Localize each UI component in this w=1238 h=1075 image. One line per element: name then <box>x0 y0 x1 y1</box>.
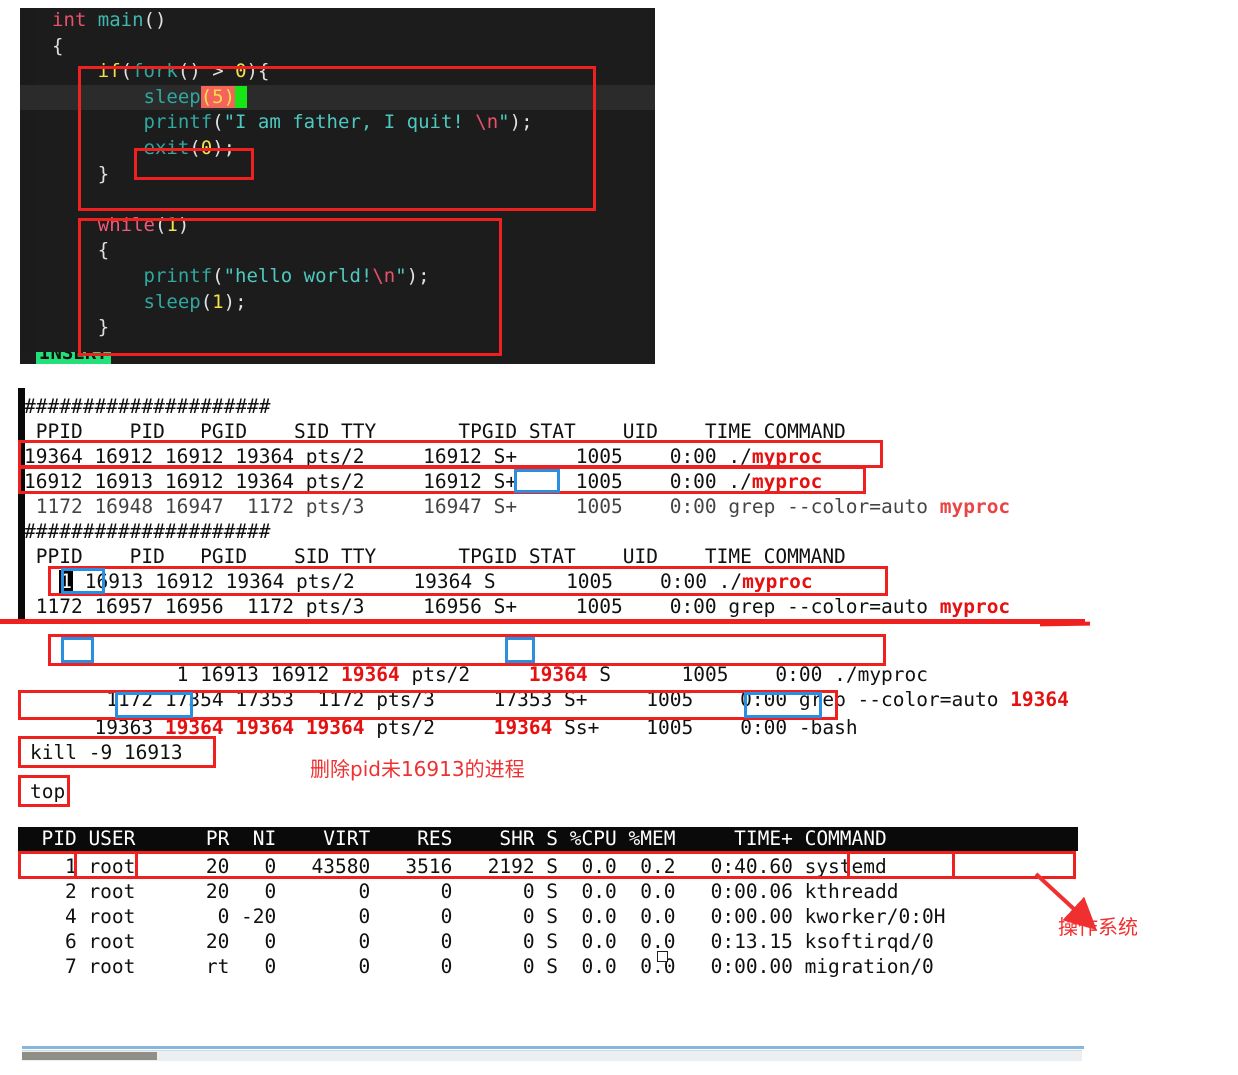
top-table-row: 2 root 20 0 0 0 0 S 0.0 0.0 0:00.06 kthr… <box>18 880 899 903</box>
vim-code-editor[interactable]: int main() { if(fork() > 0){ sleep(5) pr… <box>20 8 655 360</box>
annotation-underline-block2 <box>0 619 1085 624</box>
top-table-header: PID USER PR NI VIRT RES SHR S %CPU %MEM … <box>18 827 1078 851</box>
code-line-11: printf("hello world!\n"); <box>143 264 430 287</box>
vim-mode-label: INSERT <box>36 352 111 364</box>
ps-header-2: PPID PID PGID SID TTY TPGID STAT UID TIM… <box>24 545 846 568</box>
top-table-row: 7 root rt 0 0 0 0 S 0.0 0.0 0:00.00 migr… <box>18 955 934 978</box>
code-line-4-current: sleep(5) <box>20 84 655 111</box>
top-table-row: 1 root 20 0 43580 3516 2192 S 0.0 0.2 0:… <box>18 855 887 878</box>
code-line-6: exit(0); <box>143 136 236 159</box>
ps-row-1-1: 19364 16912 16912 19364 pts/2 16912 S+ 1… <box>24 445 823 468</box>
screenshot-root: int main() { if(fork() > 0){ sleep(5) pr… <box>0 0 1238 1075</box>
ps-header-1: PPID PID PGID SID TTY TPGID STAT UID TIM… <box>24 420 846 443</box>
ps-row-2-1: 1 16913 16912 19364 pts/2 19364 S 1005 0… <box>59 570 813 593</box>
vim-status-bar: INSERT <box>20 352 655 364</box>
code-line-3: if(fork() > 0){ <box>97 60 270 83</box>
top-table-row: 6 root 20 0 0 0 0 S 0.0 0.0 0:13.15 ksof… <box>18 930 934 953</box>
ps-row-2-2: 1172 16957 16956 1172 pts/3 16956 S+ 100… <box>24 595 1011 618</box>
code-line-12: sleep(1); <box>143 290 247 313</box>
code-line-5: printf("I am father, I quit! \n"); <box>143 111 533 134</box>
annotation-kill-note: 删除pid未16913的进程 <box>310 757 525 781</box>
separator-line-2: ##################### <box>24 520 271 543</box>
top-output-section: PID USER PR NI VIRT RES SHR S %CPU %MEM … <box>18 827 1078 987</box>
code-line-1: int main() <box>52 9 167 31</box>
horizontal-scrollbar-track[interactable] <box>22 1050 1082 1061</box>
code-line-2: { <box>52 34 64 57</box>
ps-output-section: ##################### PPID PID PGID SID … <box>0 372 1238 820</box>
horizontal-scrollbar-thumb[interactable] <box>22 1052 157 1060</box>
scrollbar-accent-line <box>22 1046 1084 1049</box>
mouse-cursor-artifact <box>657 951 668 962</box>
code-line-10: { <box>52 239 110 262</box>
ps-row-1-2: 16912 16913 16912 19364 pts/2 16912 S+ 1… <box>24 470 823 493</box>
ps-row-1-3: 1172 16948 16947 1172 pts/3 16947 S+ 100… <box>24 495 1011 518</box>
top-command: top <box>30 780 66 803</box>
code-line-9: while(1) <box>97 213 190 236</box>
annotation-os-note: 操作系统 <box>1058 915 1138 939</box>
code-line-7: } <box>52 162 110 185</box>
code-line-13: } <box>52 316 110 339</box>
top-table-row: 4 root 0 -20 0 0 0 S 0.0 0.0 0:00.00 kwo… <box>18 905 946 928</box>
kill-command: kill -9 16913 <box>30 741 183 764</box>
separator-line-1: ##################### <box>24 395 271 418</box>
